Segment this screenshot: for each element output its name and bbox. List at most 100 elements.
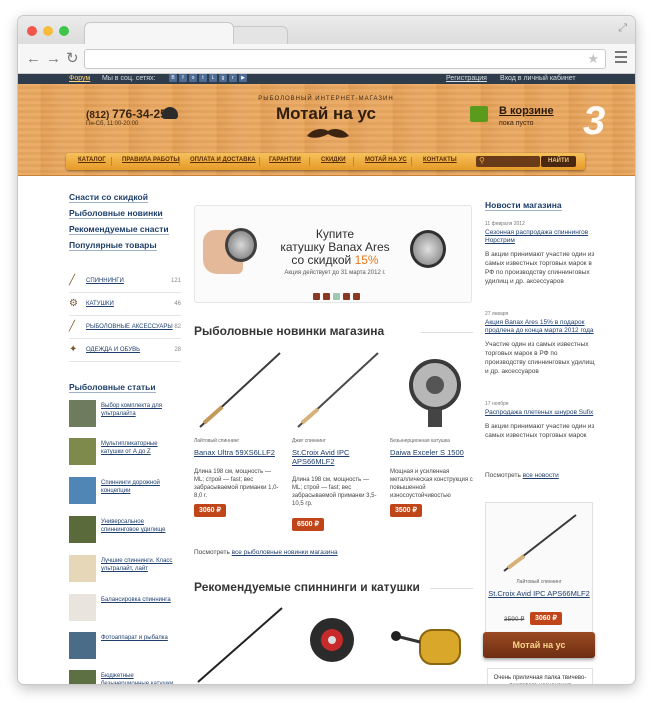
main-navigation: КАТАЛОГ ПРАВИЛА РАБОТЫ ОПЛАТА И ДОСТАВКА… — [66, 153, 585, 170]
nav-item-guarantees[interactable]: ГАРАНТИИ — [269, 157, 301, 163]
brand-plaque: Мотай на ус — [483, 632, 595, 658]
nav-item-contacts[interactable]: КОНТАКТЫ — [423, 157, 457, 163]
rod-image — [297, 352, 379, 428]
article-item[interactable]: Спиннинги дорожной концепции — [69, 477, 181, 513]
product-link[interactable]: Banax Ultra 59XS6LLF2 — [194, 448, 286, 457]
handwritten-annotation: 3 — [583, 99, 606, 143]
news-title[interactable]: Новости магазина — [485, 200, 562, 211]
featured-product[interactable]: Лайтовый спиннинг St.Croix Avid IPC APS6… — [485, 502, 593, 640]
category-item[interactable]: ⚙ КАТУШКИ 46 — [69, 293, 181, 316]
category-item[interactable]: ╱ РЫБОЛОВНЫЕ АКСЕССУАРЫ 82 — [69, 316, 181, 339]
nav-item-about[interactable]: МОТАЙ НА УС — [365, 157, 407, 163]
product-link[interactable]: Daiwa Exceler S 1500 — [390, 448, 482, 457]
phone-icon — [162, 107, 178, 119]
nav-item-catalog[interactable]: КАТАЛОГ — [78, 157, 106, 163]
clothes-icon: ✦ — [69, 344, 78, 355]
sidebar-link-discount[interactable]: Снасти со скидкой — [69, 192, 148, 203]
cart-icon[interactable] — [470, 106, 488, 122]
login-link[interactable]: Вход в личный кабинет — [500, 74, 576, 84]
category-item[interactable]: ✦ ОДЕЖДА И ОБУВЬ 28 — [69, 339, 181, 362]
youtube-icon[interactable]: ▶ — [239, 74, 247, 83]
article-item[interactable]: Фотоаппарат и рыбалка — [69, 632, 181, 668]
pager-dot[interactable] — [343, 293, 350, 300]
news-link[interactable]: Акция Banax Ares 15% в подарок продлена … — [485, 319, 595, 335]
promo-banner[interactable]: Купите катушку Banax Ares со скидкой 15%… — [194, 205, 472, 303]
search-input[interactable]: ⚲ — [476, 156, 540, 167]
article-item[interactable]: Балансировка спиннинга — [69, 594, 181, 630]
news-item: 11 февраля 2012 Сезонная распродажа спин… — [485, 221, 595, 285]
cart-status: пока пусто — [499, 120, 534, 127]
price-badge: 3060 ₽ — [194, 504, 226, 517]
news-item: 17 ноября Распродажа плетеных шнуров Suf… — [485, 401, 595, 439]
pager-dot[interactable] — [333, 293, 340, 300]
nav-item-payment[interactable]: ОПЛАТА И ДОСТАВКА — [190, 157, 256, 163]
product-card[interactable]: Безынерционная катушка Daiwa Exceler S 1… — [390, 351, 482, 541]
sidebar-link-popular[interactable]: Популярные товары — [69, 240, 157, 251]
forward-arrow-icon[interactable]: → — [46, 50, 61, 68]
product-card[interactable]: Лайтовый спиннинг Banax Ultra 59XS6LLF2 … — [194, 351, 286, 541]
product-link[interactable]: St.Croix Avid IPC APS66MLF2 — [292, 448, 384, 466]
price-badge: 3500 ₽ — [390, 504, 422, 517]
articles-title[interactable]: Рыболовные статьи — [69, 382, 156, 393]
article-item[interactable]: Универсальное спиннинговое удилище — [69, 516, 181, 552]
reel-image — [391, 629, 461, 665]
rss-icon[interactable]: r — [229, 74, 237, 83]
category-item[interactable]: ╱ СПИННИНГИ 121 — [69, 270, 181, 293]
address-bar[interactable]: ★ — [84, 49, 606, 69]
review-quote: Очень приличная палка твичево-джигового … — [487, 668, 593, 684]
odnoklassniki-icon[interactable]: о — [189, 74, 197, 83]
reel-image — [225, 228, 257, 262]
close-window-button[interactable] — [27, 26, 37, 36]
section-title-new: Рыболовные новинки магазина — [194, 324, 385, 338]
fullscreen-icon[interactable]: ⤢ — [618, 22, 627, 35]
register-link[interactable]: Регистрация — [446, 74, 487, 84]
search-button[interactable]: НАЙТИ — [541, 156, 576, 167]
forum-link[interactable]: Форум — [69, 74, 90, 84]
back-arrow-icon[interactable]: ← — [26, 50, 41, 68]
browser-toolbar: ← → ↻ ★ — [18, 44, 635, 74]
web-page: Форум Мы в соц. сетях: Вf о t Lg r ▶ Регистра… — [18, 74, 635, 684]
site-header: (812) 776-34-25 Пн-Сб, 11:00-20:00 РЫБОЛ… — [18, 84, 635, 176]
title-bar: ⤢ — [18, 16, 635, 44]
price-badge: 6500 ₽ — [292, 518, 324, 531]
twitter-icon[interactable]: t — [199, 74, 207, 83]
minimize-window-button[interactable] — [43, 26, 53, 36]
bookmark-star-icon[interactable]: ★ — [587, 51, 599, 67]
browser-tab-active[interactable] — [84, 22, 234, 44]
browser-menu-icon[interactable] — [615, 51, 627, 63]
article-item[interactable]: Бюджетные безынерционные катушки — [69, 670, 181, 684]
pager-dot[interactable] — [353, 293, 360, 300]
sidebar-link-recommended[interactable]: Рекомендуемые снасти — [69, 224, 169, 235]
pager-dot[interactable] — [313, 293, 320, 300]
news-link[interactable]: Распродажа плетеных шнуров Sufix — [485, 409, 595, 417]
pager-dot[interactable] — [323, 293, 330, 300]
maximize-window-button[interactable] — [59, 26, 69, 36]
search-icon: ⚲ — [479, 156, 485, 165]
category-list: ╱ СПИННИНГИ 121 ⚙ КАТУШКИ 46 ╱ РЫБОЛОВНЫЕ АКС… — [69, 270, 181, 362]
rod-icon: ╱ — [69, 275, 76, 286]
cart-link[interactable]: В корзине — [499, 105, 554, 117]
nav-item-rules[interactable]: ПРАВИЛА РАБОТЫ — [122, 157, 179, 163]
site-tagline: РЫБОЛОВНЫЙ ИНТЕРНЕТ-МАГАЗИН — [258, 96, 394, 102]
featured-product-link[interactable]: St.Croix Avid IPC APS66MLF2 — [486, 589, 592, 598]
livejournal-icon[interactable]: L — [209, 74, 217, 83]
nav-item-discounts[interactable]: СКИДКИ — [321, 157, 346, 163]
facebook-icon[interactable]: f — [179, 74, 187, 83]
googleplus-icon[interactable]: g — [219, 74, 227, 83]
reel-image — [410, 230, 446, 268]
article-item[interactable]: Мультипликаторные катушки от А до Z — [69, 438, 181, 474]
browser-window: ⤢ ← → ↻ ★ Форум Мы в соц. сетях: ВfоtLgr… — [18, 16, 635, 684]
see-all-news-link[interactable]: все новости — [523, 472, 559, 479]
see-all-new-link[interactable]: все рыболовные новинки магазина — [232, 549, 338, 556]
mustache-icon — [307, 128, 349, 138]
vk-icon[interactable]: В — [169, 74, 177, 83]
article-item[interactable]: Лучшие спиннинги. Класс ультралайт, лайт — [69, 555, 181, 591]
sidebar-link-new[interactable]: Рыболовные новинки — [69, 208, 163, 219]
article-item[interactable]: Выбор комплекта для ультралайта — [69, 400, 181, 436]
reload-icon[interactable]: ↻ — [66, 50, 79, 68]
banner-headline: Купите катушку Banax Ares со скидкой 15% — [280, 227, 390, 267]
site-logo[interactable]: Мотай на ус — [236, 104, 416, 124]
product-card[interactable]: Джиг спиннинг St.Croix Avid IPC APS66MLF… — [292, 351, 384, 541]
news-link[interactable]: Сезонная распродажа спиннингов Норстрим — [485, 229, 595, 245]
banner-pager — [313, 287, 363, 305]
